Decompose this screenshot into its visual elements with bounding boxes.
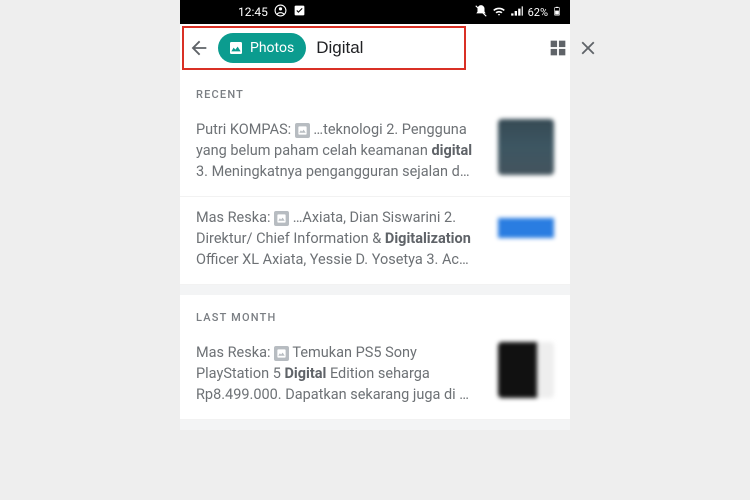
result-thumbnail	[498, 119, 554, 175]
status-bar: 12:45 62%	[180, 0, 570, 24]
search-result[interactable]: Putri KOMPAS: …teknologi 2. Pengguna yan…	[180, 109, 570, 197]
search-bar: Photos	[180, 24, 570, 72]
battery-text: 62%	[528, 6, 548, 19]
result-text: Putri KOMPAS: …teknologi 2. Pengguna yan…	[196, 119, 486, 182]
status-time: 12:45	[238, 5, 268, 19]
result-sender: Mas Reska:	[196, 209, 270, 226]
result-sender: Mas Reska:	[196, 344, 270, 361]
result-text: Mas Reska: Temukan PS5 Sony PlayStation …	[196, 342, 486, 405]
image-icon	[274, 211, 289, 226]
back-button[interactable]	[188, 30, 210, 66]
search-result[interactable]: Mas Reska: Temukan PS5 Sony PlayStation …	[180, 332, 570, 420]
arrow-left-icon	[188, 37, 210, 59]
search-result[interactable]: Mas Reska: …Axiata, Dian Siswarini 2. Di…	[180, 197, 570, 285]
section-divider	[180, 420, 570, 430]
grid-view-button[interactable]	[547, 30, 569, 66]
search-input[interactable]	[314, 34, 539, 62]
result-thumbnail	[498, 342, 554, 398]
image-icon	[274, 346, 289, 361]
wifi-icon	[492, 4, 506, 21]
section-divider	[180, 285, 570, 295]
result-thumbnail	[498, 207, 554, 263]
section-header-recent: RECENT	[180, 72, 570, 109]
mute-icon	[474, 4, 488, 21]
result-sender: Putri KOMPAS:	[196, 121, 291, 138]
chip-label: Photos	[250, 40, 294, 56]
account-icon	[274, 4, 287, 20]
clear-button[interactable]	[577, 30, 599, 66]
signal-icon	[510, 4, 524, 21]
close-icon	[577, 37, 599, 59]
photos-filter-chip[interactable]: Photos	[218, 33, 306, 63]
check-icon	[293, 4, 306, 20]
battery-icon	[552, 4, 562, 21]
result-text: Mas Reska: …Axiata, Dian Siswarini 2. Di…	[196, 207, 486, 270]
image-icon	[228, 40, 244, 56]
grid-icon	[547, 37, 569, 59]
section-header-last-month: LAST MONTH	[180, 295, 570, 332]
image-icon	[295, 123, 310, 138]
